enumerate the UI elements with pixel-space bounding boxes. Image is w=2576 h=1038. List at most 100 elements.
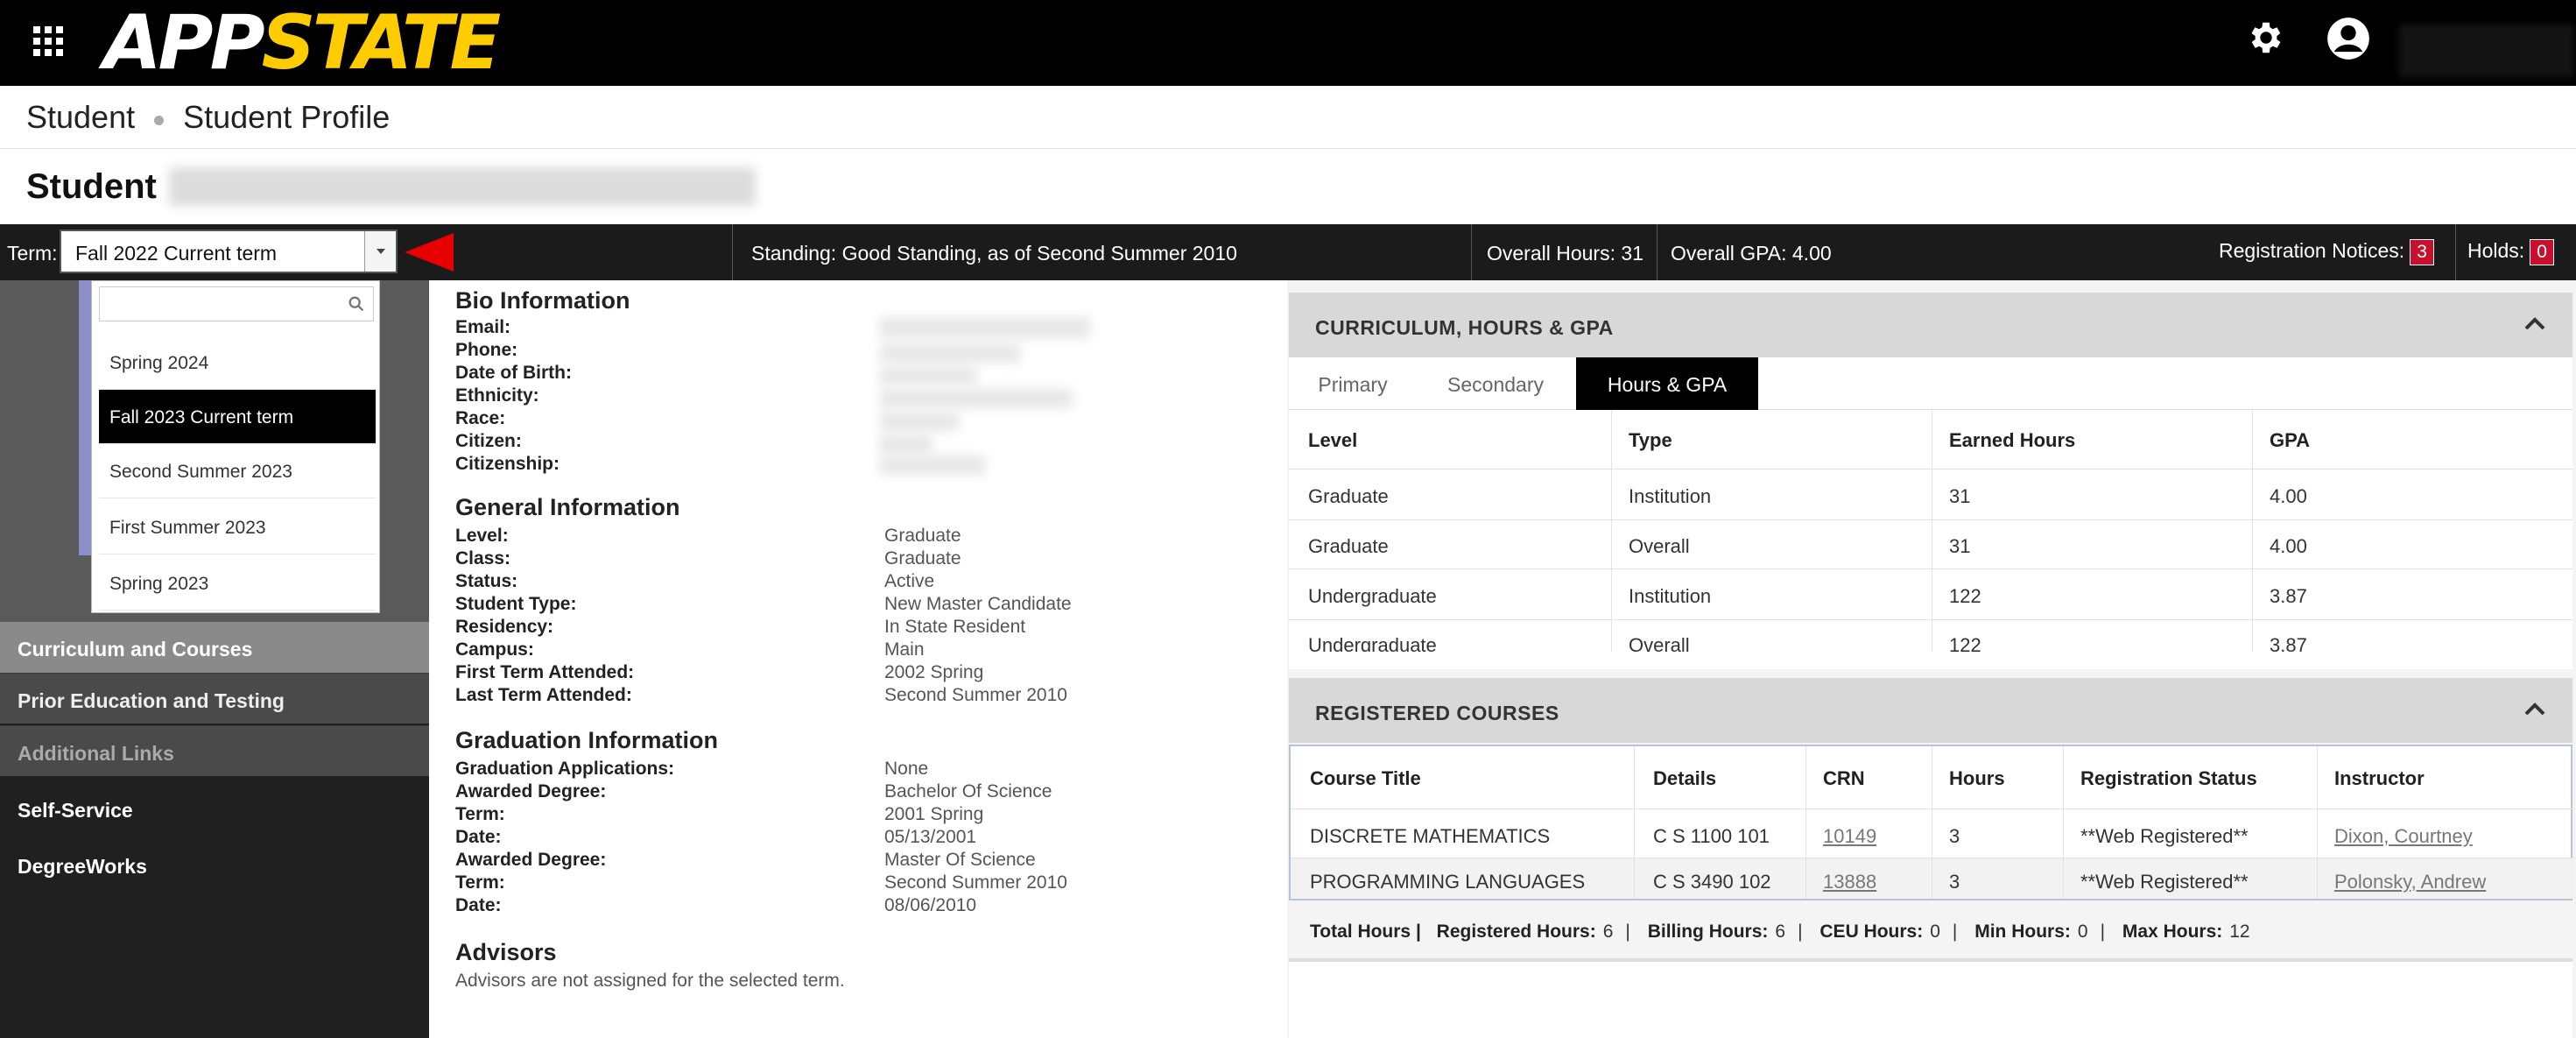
instructor-link[interactable]: Dixon, Courtney [2334,809,2473,848]
term-dropdown-list: Spring 2024 Fall 2023 Current term Secon… [91,280,380,613]
column-divider [1805,746,1806,899]
general-information-title: General Information [455,494,680,520]
registration-notices[interactable]: Registration Notices: 3 [2219,239,2434,265]
divider [2455,224,2456,280]
ceu-hours-label: CEU Hours: [1819,921,1924,942]
bio-label: Date of Birth: [455,363,572,383]
crn-link[interactable]: 10149 [1823,809,1876,848]
gear-icon[interactable] [2246,18,2286,58]
min-hours-value: 0 [2077,921,2088,942]
registered-hours-label: Registered Hours: [1436,921,1596,942]
sidebar-item-additional-links[interactable]: Additional Links [0,725,429,776]
crn-link[interactable]: 13888 [1823,858,1876,893]
sidebar-item-degreeworks[interactable]: DegreeWorks [0,839,429,890]
bio-label: Citizenship: [455,454,560,474]
term-search-input[interactable] [99,286,374,321]
registered-hours-value: 6 [1602,921,1614,942]
column-header: Earned Hours [1949,429,2076,451]
chevron-up-icon[interactable] [2523,315,2546,331]
max-hours-value: 12 [2229,921,2250,942]
hours-totals: Total Hours | Registered Hours: 6 | Billin… [1289,904,2572,958]
table-cell: 31 [1949,535,1971,557]
student-name-redacted [168,167,756,206]
column-divider [1611,410,1612,669]
table-header-row: Level Type Earned Hours GPA [1289,410,2572,470]
term-label: Term: [7,242,58,265]
graduation-label: Graduation Applications: [455,759,675,779]
holds-badge[interactable]: 0 [2530,239,2554,265]
table-cell: Overall [1629,535,1690,557]
term-option[interactable]: Second Summer 2023 [99,444,376,498]
ceu-hours-value: 0 [1930,921,1940,942]
appstate-logo[interactable]: APPSTATE [103,2,501,84]
chevron-up-icon[interactable] [2523,701,2546,717]
bio-information-title: Bio Information [455,287,630,314]
term-option-highlighted[interactable]: Fall 2023 Current term [99,390,376,444]
table-cell: 3.87 [2270,585,2307,607]
general-label: First Term Attended: [455,662,635,682]
general-value: In State Resident [884,617,1026,637]
term-selected-value: Fall 2022 Current term [75,242,278,265]
holds-label: Holds: [2467,239,2525,262]
redacted-value [880,366,976,385]
graduation-value: Bachelor Of Science [884,781,1052,801]
table-cell: Graduate [1308,535,1389,557]
app-grid-icon[interactable] [33,26,63,56]
instructor-link[interactable]: Polonsky, Andrew [2334,858,2486,893]
general-value: Graduate [884,526,961,546]
holds[interactable]: Holds: 0 [2467,239,2554,265]
graduation-label: Date: [455,827,502,847]
term-bar: Term: Fall 2022 Current term Standing: G… [0,224,2576,280]
general-value: New Master Candidate [884,594,1072,614]
overall-hours: Overall Hours: 31 [1487,242,1643,265]
term-option[interactable]: First Summer 2023 [99,500,376,554]
column-divider [2317,746,2318,899]
column-divider [1634,746,1635,899]
table-row: PROGRAMMING LANGUAGES C S 3490 102 13888… [1291,858,2574,899]
chevron-down-icon[interactable] [364,231,396,272]
column-divider [2063,746,2064,899]
tab-primary[interactable]: Primary [1289,357,1417,410]
sidebar-item-prior-education[interactable]: Prior Education and Testing [0,673,429,724]
table-header-row: Course Title Details CRN Hours Registrat… [1291,746,2574,809]
search-icon [348,296,364,312]
term-select[interactable]: Fall 2022 Current term [60,229,398,273]
sidebar-item-curriculum-and-courses[interactable]: Curriculum and Courses [0,622,429,673]
advisors-note: Advisors are not assigned for the select… [455,971,845,991]
general-label: Student Type: [455,594,577,614]
sidebar-item-self-service[interactable]: Self-Service [0,783,429,834]
bio-label: Citizen: [455,431,522,451]
table-cell: Undergraduate [1308,585,1437,607]
table-row: DISCRETE MATHEMATICS C S 1100 101 10149 … [1291,809,2574,858]
term-option[interactable]: Spring 2024 [99,335,376,390]
general-label: Campus: [455,639,534,660]
breadcrumb-student-profile: Student Profile [183,98,391,135]
graduation-value: Second Summer 2010 [884,872,1067,893]
student-profile-details: Bio Information Email: Phone: Date of Bi… [429,280,1287,1038]
curriculum-panel-header[interactable]: CURRICULUM, HOURS & GPA [1289,293,2572,357]
redacted-value [880,343,1020,363]
term-option[interactable]: Spring 2023 [99,556,376,611]
registered-courses-panel-header[interactable]: REGISTERED COURSES [1289,678,2572,743]
column-header: GPA [2270,429,2311,451]
panel-footer-space [1289,962,2572,1038]
tab-secondary[interactable]: Secondary [1417,357,1574,410]
general-value: Second Summer 2010 [884,685,1067,705]
bio-label: Race: [455,408,506,428]
column-header: Instructor [2334,767,2425,789]
general-label: Residency: [455,617,554,637]
general-value: Active [884,571,935,591]
red-arrow-annotation-icon [405,233,454,272]
breadcrumb-student[interactable]: Student [26,99,135,136]
right-panels: CURRICULUM, HOURS & GPA Primary Secondar… [1287,280,2576,1038]
registered-courses-table: Course Title Details CRN Hours Registrat… [1289,745,2574,900]
max-hours-label: Max Hours: [2122,921,2223,942]
tab-hours-gpa[interactable]: Hours & GPA [1576,357,1758,410]
graduation-label: Awarded Degree: [455,781,607,801]
sidebar-accent [79,280,91,555]
hours-gpa-table: Level Type Earned Hours GPA Graduate Ins… [1289,410,2572,669]
divider [732,224,733,280]
graduation-label: Date: [455,895,502,915]
registration-notices-badge[interactable]: 3 [2410,239,2434,265]
user-account-icon[interactable] [2326,16,2371,61]
